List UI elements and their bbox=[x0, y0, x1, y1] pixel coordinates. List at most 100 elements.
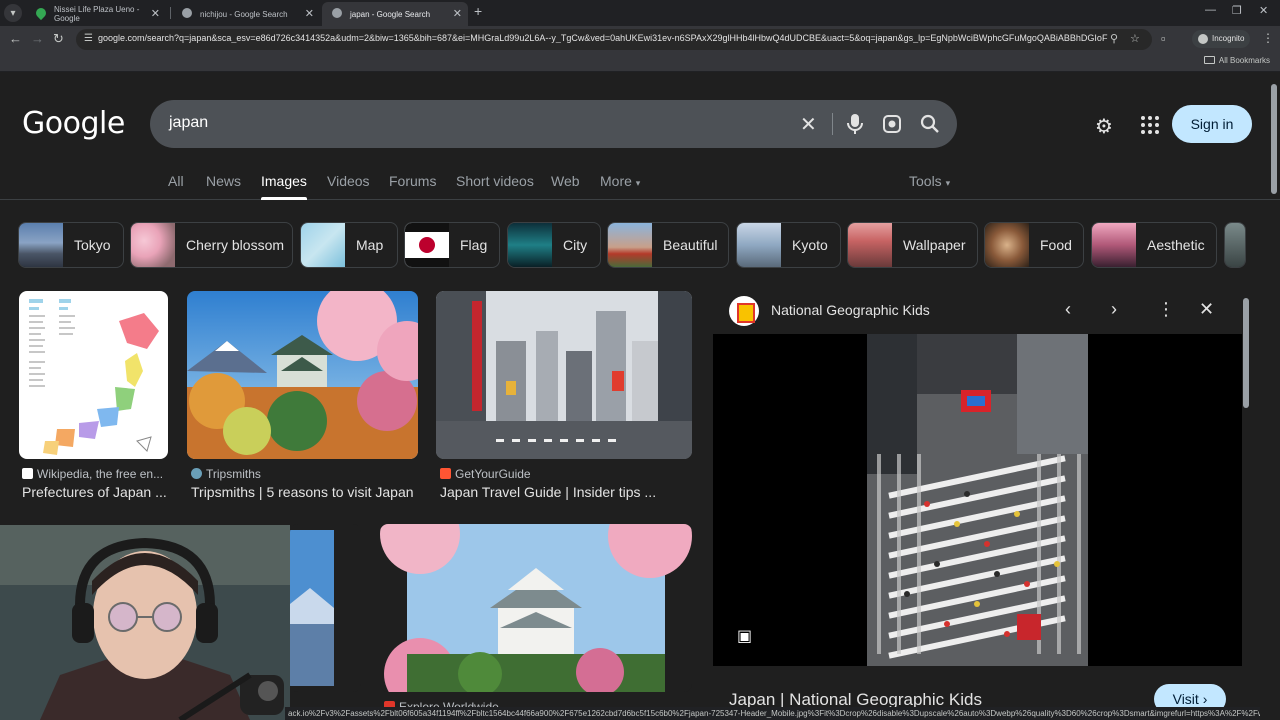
result-image-prefectures[interactable] bbox=[19, 291, 168, 459]
panel-scrollbar[interactable] bbox=[1243, 288, 1249, 700]
all-bookmarks-button[interactable]: All Bookmarks bbox=[1203, 56, 1270, 65]
panel-header: National Geographic Kids ‹ › ⋮ ✕ bbox=[713, 288, 1242, 334]
result-image-fuji-lake[interactable] bbox=[290, 524, 361, 692]
chip-label: Beautiful bbox=[663, 237, 718, 253]
address-bar[interactable]: ☰ google.com/search?q=japan&sca_esv=e86d… bbox=[76, 29, 1152, 50]
search-input[interactable]: japan bbox=[169, 114, 208, 132]
tab-japan[interactable]: japan - Google Search ✕ bbox=[322, 2, 468, 26]
tab-all[interactable]: All bbox=[168, 173, 184, 189]
reload-icon[interactable]: ↻ bbox=[53, 31, 64, 47]
tab-more[interactable]: More ▾ bbox=[600, 173, 640, 189]
search-icon[interactable] bbox=[920, 114, 940, 134]
chip-city[interactable]: City bbox=[507, 222, 601, 268]
result-title[interactable]: Prefectures of Japan ... bbox=[22, 484, 168, 500]
panel-source-name[interactable]: National Geographic Kids bbox=[771, 302, 930, 318]
tab-title: nichijou - Google Search bbox=[200, 9, 288, 19]
chip-next-partial[interactable] bbox=[1224, 222, 1246, 268]
google-logo[interactable]: Google bbox=[22, 106, 125, 141]
minimize-icon[interactable]: — bbox=[1205, 4, 1216, 16]
chevron-right-icon[interactable]: › bbox=[1111, 299, 1117, 320]
chip-kyoto[interactable]: Kyoto bbox=[736, 222, 841, 268]
search-divider bbox=[832, 113, 833, 135]
more-vertical-icon[interactable]: ⋮ bbox=[1157, 299, 1175, 320]
source-label: Tripsmiths bbox=[206, 467, 261, 481]
chip-tokyo[interactable]: Tokyo bbox=[18, 222, 124, 268]
close-icon[interactable]: ✕ bbox=[453, 7, 462, 20]
chip-label: Tokyo bbox=[74, 237, 111, 253]
gear-icon[interactable]: ⚙ bbox=[1095, 114, 1113, 139]
sign-in-button[interactable]: Sign in bbox=[1172, 105, 1252, 143]
result-image-explore-worldwide[interactable] bbox=[380, 524, 692, 692]
apps-grid-icon[interactable] bbox=[1139, 114, 1159, 134]
tab-nichijou[interactable]: nichijou - Google Search ✕ bbox=[172, 2, 320, 26]
result-source-tripsmiths[interactable]: Tripsmiths bbox=[191, 467, 418, 481]
browser-window: ▾ Nissei Life Plaza Ueno - Google ✕ nich… bbox=[0, 0, 1280, 720]
close-icon[interactable]: ✕ bbox=[151, 7, 160, 20]
chip-thumbnail bbox=[985, 223, 1029, 267]
back-icon[interactable]: ← bbox=[9, 31, 22, 46]
bookmark-star-icon[interactable]: ☆ bbox=[1130, 32, 1140, 45]
tab-videos[interactable]: Videos bbox=[327, 173, 370, 189]
chip-flag[interactable]: Flag bbox=[404, 222, 500, 268]
source-label: GetYourGuide bbox=[455, 467, 531, 481]
tab-strip: ▾ Nissei Life Plaza Ueno - Google ✕ nich… bbox=[0, 0, 1280, 26]
visit-label: Visit bbox=[1172, 691, 1199, 707]
close-window-icon[interactable]: ✕ bbox=[1259, 4, 1268, 17]
new-tab-icon[interactable]: + bbox=[474, 3, 482, 19]
extensions-icon[interactable]: ▫ bbox=[1161, 31, 1166, 46]
chip-label: Map bbox=[356, 237, 384, 253]
wikipedia-icon bbox=[22, 468, 33, 479]
source-label: Wikipedia, the free en... bbox=[37, 467, 164, 481]
shibuya-crossing-image bbox=[867, 334, 1088, 666]
tab-title: Nissei Life Plaza Ueno - Google bbox=[54, 5, 140, 23]
chip-thumbnail bbox=[19, 223, 63, 267]
tab-images[interactable]: Images bbox=[261, 173, 307, 200]
restore-icon[interactable]: ❐ bbox=[1232, 4, 1242, 17]
more-vertical-icon[interactable]: ⋮ bbox=[1262, 31, 1274, 45]
tab-nissei[interactable]: Nissei Life Plaza Ueno - Google ✕ bbox=[26, 2, 166, 26]
result-title[interactable]: Japan Travel Guide | Insider tips ... bbox=[440, 484, 692, 500]
tools-label: Tools bbox=[909, 173, 942, 189]
chip-cherry-blossom[interactable]: Cherry blossom bbox=[130, 222, 293, 268]
forward-icon[interactable]: → bbox=[31, 31, 44, 46]
result-source-getyourguide[interactable]: GetYourGuide bbox=[440, 467, 692, 481]
page-scroll-thumb[interactable] bbox=[1271, 84, 1277, 194]
chip-thumbnail bbox=[508, 223, 552, 267]
lens-camera-icon[interactable] bbox=[882, 114, 902, 134]
close-icon[interactable]: ✕ bbox=[305, 7, 314, 20]
chip-thumbnail bbox=[848, 223, 892, 267]
tools-button[interactable]: Tools ▾ bbox=[909, 173, 950, 189]
image-preview-panel: National Geographic Kids ‹ › ⋮ ✕ ▣ Japan… bbox=[713, 288, 1242, 720]
chip-aesthetic[interactable]: Aesthetic bbox=[1091, 222, 1217, 268]
tab-news[interactable]: News bbox=[206, 173, 241, 189]
zoom-icon[interactable]: ⚲ bbox=[1110, 32, 1118, 45]
close-icon[interactable]: ✕ bbox=[1199, 299, 1214, 320]
site-info-icon[interactable]: ☰ bbox=[84, 33, 93, 44]
map-pin-icon bbox=[33, 5, 49, 21]
chip-food[interactable]: Food bbox=[984, 222, 1084, 268]
result-title[interactable]: Tripsmiths | 5 reasons to visit Japan bbox=[191, 484, 418, 500]
result-image-tripsmiths[interactable] bbox=[187, 291, 418, 459]
tab-forums[interactable]: Forums bbox=[389, 173, 436, 189]
bookmarks-bar: All Bookmarks bbox=[0, 52, 1280, 72]
japan-map-image bbox=[29, 299, 159, 455]
tab-search-icon[interactable]: ▾ bbox=[4, 4, 22, 22]
panel-image-area[interactable]: ▣ bbox=[713, 334, 1242, 666]
chevron-left-icon[interactable]: ‹ bbox=[1065, 299, 1071, 320]
tab-web[interactable]: Web bbox=[551, 173, 580, 189]
chip-wallpaper[interactable]: Wallpaper bbox=[847, 222, 978, 268]
search-box[interactable]: japan ✕ bbox=[150, 100, 957, 148]
lens-search-icon[interactable]: ▣ bbox=[737, 626, 752, 646]
result-image-getyourguide[interactable] bbox=[436, 291, 692, 459]
result-source-wikipedia[interactable]: Wikipedia, the free en... bbox=[22, 467, 168, 481]
chip-map[interactable]: Map bbox=[300, 222, 398, 268]
microphone-icon[interactable] bbox=[847, 113, 863, 135]
tab-short-videos[interactable]: Short videos bbox=[456, 173, 534, 189]
clear-icon[interactable]: ✕ bbox=[800, 112, 817, 137]
incognito-label: Incognito bbox=[1212, 34, 1245, 43]
google-favicon-icon bbox=[182, 8, 192, 18]
chip-beautiful[interactable]: Beautiful bbox=[607, 222, 729, 268]
tab-more-label: More bbox=[600, 173, 632, 189]
panel-scroll-thumb[interactable] bbox=[1243, 298, 1249, 408]
incognito-badge[interactable]: Incognito bbox=[1192, 30, 1251, 48]
